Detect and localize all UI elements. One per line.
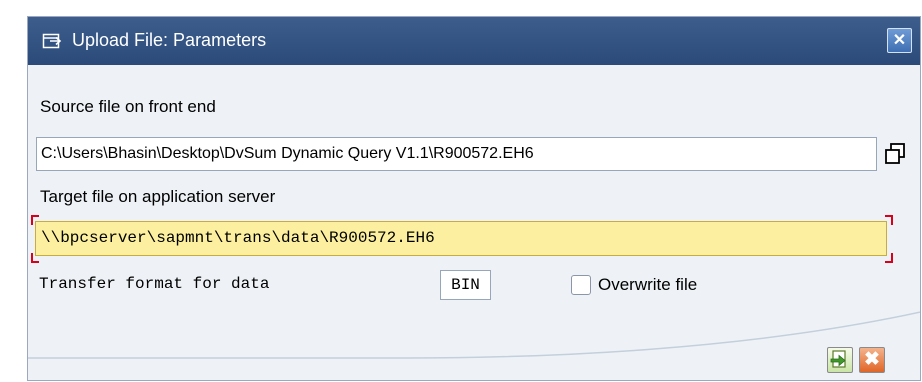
- window-icon: [42, 31, 62, 51]
- transfer-format-label: Transfer format for data: [39, 275, 270, 293]
- overwrite-file-label[interactable]: Overwrite file: [598, 275, 697, 295]
- cancel-icon: ✖: [864, 349, 880, 370]
- close-icon: ✕: [892, 32, 907, 49]
- dialog-title: Upload File: Parameters: [72, 30, 267, 50]
- cancel-button[interactable]: ✖: [859, 347, 885, 373]
- upload-file-dialog: Upload File: Parameters ✕ Source file on…: [27, 16, 921, 381]
- close-button[interactable]: ✕: [887, 28, 912, 53]
- transfer-format-input[interactable]: BIN: [440, 270, 491, 300]
- source-file-label: Source file on front end: [40, 97, 216, 116]
- target-file-label: Target file on application server: [40, 187, 276, 206]
- source-file-input[interactable]: C:\Users\Bhasin\Desktop\DvSum Dynamic Qu…: [36, 137, 877, 171]
- target-file-group: \\bpcserver\sapmnt\trans\data\R900572.EH…: [31, 215, 893, 263]
- dialog-titlebar[interactable]: Upload File: Parameters ✕: [28, 17, 920, 65]
- target-file-input[interactable]: \\bpcserver\sapmnt\trans\data\R900572.EH…: [35, 221, 887, 256]
- continue-button[interactable]: [827, 347, 853, 373]
- continue-icon: [828, 350, 852, 376]
- overwrite-file-checkbox[interactable]: [571, 275, 591, 295]
- copy-value-icon[interactable]: [882, 141, 908, 167]
- footer-divider: [28, 311, 920, 359]
